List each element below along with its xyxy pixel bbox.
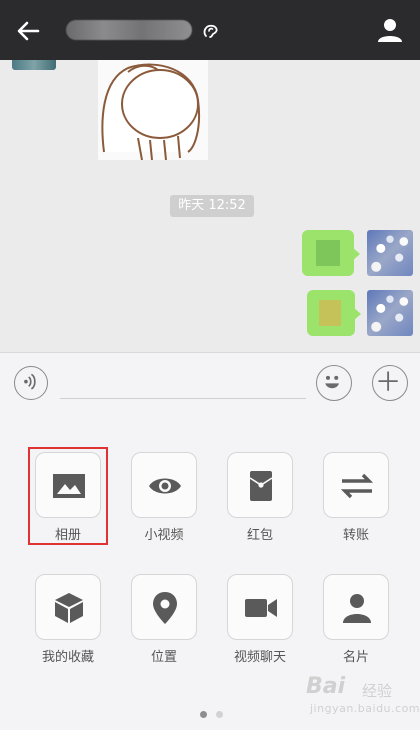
transfer-button[interactable] [323, 452, 389, 518]
watermark-brand: Bai [306, 674, 346, 699]
plus-icon [378, 371, 398, 391]
red-envelope-label: 红包 [246, 528, 273, 543]
favorites-label: 我的收藏 [41, 650, 94, 665]
avatar[interactable] [367, 230, 413, 276]
message-input[interactable] [60, 398, 306, 399]
transfer-icon [340, 473, 374, 499]
chat-area[interactable]: 昨天 12:52 [0, 60, 420, 352]
person-icon[interactable] [376, 16, 404, 44]
watermark-text: 经验 [362, 682, 393, 700]
transfer-label: 转账 [342, 528, 369, 543]
video-camera-icon [245, 599, 277, 617]
ear-icon [203, 24, 218, 38]
page-dot[interactable] [216, 711, 223, 718]
highlight-box [28, 447, 108, 545]
contact-card-label: 名片 [342, 650, 369, 665]
cube-icon [55, 593, 83, 623]
message-bubble[interactable] [302, 230, 354, 276]
watermark-url: jingyan.baidu.com [310, 702, 420, 715]
favorites-button[interactable] [35, 574, 101, 640]
watermark: Bai 经验 jingyan.baidu.com [306, 668, 420, 720]
input-bar [0, 352, 420, 412]
bubble-tail [352, 247, 360, 261]
avatar[interactable] [367, 290, 413, 336]
bubble-tail [353, 307, 361, 321]
timestamp: 昨天 12:52 [170, 195, 254, 217]
eye-icon [149, 478, 181, 494]
red-envelope-icon [249, 471, 273, 501]
voice-button[interactable] [14, 366, 48, 400]
arrow-left-icon[interactable] [14, 17, 42, 45]
video-chat-label: 视频聊天 [233, 650, 286, 665]
contact-card-icon [343, 594, 371, 623]
location-pin-icon [153, 592, 177, 624]
page-dot-active[interactable] [200, 711, 207, 718]
short-video-label: 小视频 [144, 528, 184, 543]
red-envelope-button[interactable] [227, 452, 293, 518]
contact-card-button[interactable] [323, 574, 389, 640]
top-bar [0, 0, 420, 60]
voice-icon [24, 373, 36, 390]
location-label: 位置 [150, 650, 177, 665]
more-button[interactable] [372, 365, 408, 401]
sticker-image[interactable] [98, 60, 208, 160]
short-video-button[interactable] [131, 452, 197, 518]
contact-name-blurred [66, 20, 192, 40]
location-button[interactable] [131, 574, 197, 640]
message-bubble[interactable] [307, 290, 355, 336]
video-chat-button[interactable] [227, 574, 293, 640]
smiley-icon [325, 375, 339, 389]
emoji-button[interactable] [316, 365, 352, 401]
avatar[interactable] [12, 60, 56, 70]
